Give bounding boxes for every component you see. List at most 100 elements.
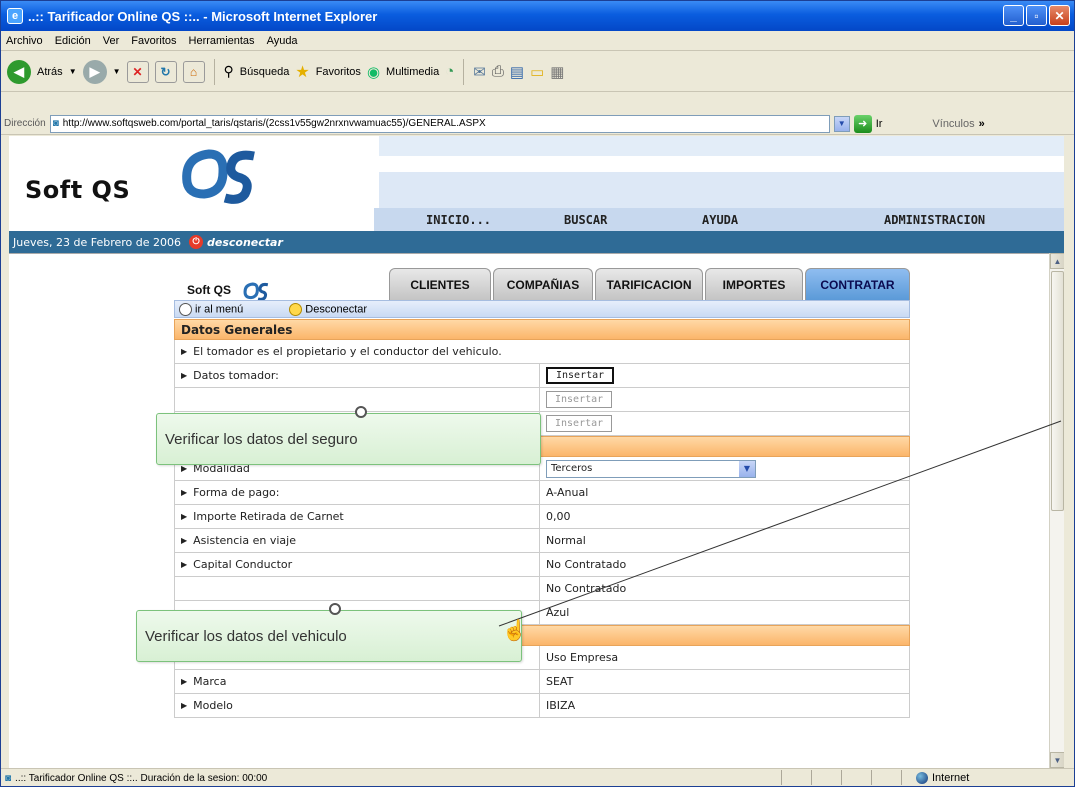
site-nav: INICIO... BUSCAR AYUDA ADMINISTRACION [374, 208, 1064, 231]
tab-importes[interactable]: IMPORTES [705, 268, 803, 300]
close-button[interactable]: ✕ [1049, 5, 1070, 26]
toolbar: ◀ Atrás ▼ ▶ ▼ ✕ ↻ ⌂ ⚲ Búsqueda ★ Favorit… [1, 52, 1074, 92]
links-label[interactable]: Vínculos [932, 118, 974, 130]
table-row: ▶ Modelo IBIZA [174, 694, 910, 718]
research-icon[interactable]: ▦ [550, 63, 564, 81]
insert-button-disabled: Insertar [546, 415, 613, 432]
triangle-right-icon: ▶ [181, 371, 188, 380]
print-icon[interactable]: ⎙ [492, 63, 504, 80]
mail-icon[interactable]: ✉ [473, 63, 486, 81]
back-arrow-icon[interactable]: ◀ [7, 59, 31, 84]
menu-edicion[interactable]: Edición [55, 35, 91, 47]
nav-inicio[interactable]: INICIO... [426, 213, 491, 227]
insert-button-disabled: Insertar [546, 391, 613, 408]
callout-verify-seguro: Verificar los datos del seguro [156, 413, 541, 465]
multimedia-icon[interactable]: ◉ [367, 63, 380, 81]
go-arrow-icon[interactable]: ➜ [853, 114, 872, 133]
browser-window: e ..:: Tarificador Online QS ::.. - Micr… [0, 0, 1075, 787]
url-input[interactable]: ◙ http://www.softqsweb.com/portal_taris/… [49, 114, 830, 133]
scroll-up-icon[interactable]: ▲ [1050, 253, 1064, 269]
folder-icon[interactable]: ▭ [530, 63, 544, 81]
menu-ver[interactable]: Ver [103, 35, 120, 47]
table-row: ▶ Forma de pago: A-Anual [174, 481, 910, 505]
search-label[interactable]: Búsqueda [240, 66, 290, 78]
pin-icon [355, 406, 367, 418]
edit-icon[interactable]: ▤ [510, 63, 524, 81]
app-logo-text: Soft QS [187, 283, 231, 298]
menu-herramientas[interactable]: Herramientas [189, 35, 255, 47]
menu-ayuda[interactable]: Ayuda [267, 35, 298, 47]
table-row: No Contratado [174, 577, 910, 601]
callout-verify-vehiculo: Verificar los datos del vehiculo [136, 610, 522, 662]
triangle-right-icon: ▶ [181, 536, 188, 545]
table-row: ▶ Importe Retirada de Carnet 0,00 [174, 505, 910, 529]
menu-favoritos[interactable]: Favoritos [131, 35, 176, 47]
url-dropdown-icon[interactable]: ▼ [833, 115, 850, 132]
stop-icon[interactable]: ✕ [126, 60, 149, 83]
scroll-thumb[interactable] [1051, 271, 1064, 511]
chevron-down-icon[interactable]: ▼ [113, 67, 121, 76]
nav-administracion[interactable]: ADMINISTRACION [884, 213, 985, 227]
home-icon[interactable]: ⌂ [182, 60, 205, 83]
status-bar: ◙ ..:: Tarificador Online QS ::.. Duraci… [1, 768, 1074, 787]
disconnect-link[interactable]: desconectar [207, 236, 283, 249]
triangle-right-icon: ▶ [181, 347, 188, 356]
nav-ayuda[interactable]: AYUDA [702, 213, 738, 227]
globe-icon [916, 771, 928, 784]
tab-clientes[interactable]: CLIENTES [389, 268, 491, 300]
qs-logo-icon [182, 149, 255, 204]
url-text: http://www.softqsweb.com/portal_taris/qs… [62, 118, 486, 129]
site-logo: Soft QS [25, 176, 131, 204]
home-circle-icon [179, 302, 192, 316]
address-bar: Dirección ◙ http://www.softqsweb.com/por… [1, 113, 1074, 135]
page-icon: ◙ [5, 772, 12, 784]
multimedia-label[interactable]: Multimedia [386, 66, 439, 78]
triangle-right-icon: ▶ [181, 464, 188, 473]
tab-tarificacion[interactable]: TARIFICACION [595, 268, 703, 300]
section-datos-generales: Datos Generales [174, 319, 910, 340]
table-row: ▶ Marca SEAT [174, 670, 910, 694]
table-row: Insertar [174, 388, 910, 412]
minimize-button[interactable]: _ [1003, 5, 1024, 26]
star-icon[interactable]: ★ [295, 62, 309, 82]
table-row: ▶ El tomador es el propietario y el condu… [174, 340, 910, 364]
tab-companias[interactable]: COMPAÑIAS [493, 268, 593, 300]
vertical-scrollbar[interactable]: ▲ ▼ [1049, 253, 1064, 768]
history-icon[interactable]: ◔ [445, 63, 454, 80]
ie-icon: e [7, 8, 23, 24]
nav-buscar[interactable]: BUSCAR [564, 213, 607, 227]
triangle-right-icon: ▶ [181, 701, 188, 710]
chevron-down-icon[interactable]: ▼ [739, 460, 755, 477]
refresh-icon[interactable]: ↻ [154, 60, 177, 83]
forward-arrow-icon[interactable]: ▶ [82, 59, 107, 84]
scroll-down-icon[interactable]: ▼ [1050, 752, 1064, 768]
chevron-down-icon[interactable]: ▼ [69, 67, 77, 76]
menu-archivo[interactable]: Archivo [6, 35, 43, 47]
tab-contratar[interactable]: CONTRATAR [805, 268, 910, 300]
date-bar: Jueves, 23 de Febrero de 2006 ⏻ desconec… [9, 231, 1064, 253]
status-text: ..:: Tarificador Online QS ::.. Duración… [15, 772, 268, 784]
chevron-right-icon[interactable]: » [979, 118, 985, 130]
table-row: ▶ Asistencia en viaje Normal [174, 529, 910, 553]
title-bar: e ..:: Tarificador Online QS ::.. - Micr… [1, 1, 1074, 31]
internet-zone: Internet [916, 768, 969, 787]
triangle-right-icon: ▶ [181, 677, 188, 686]
triangle-right-icon: ▶ [181, 560, 188, 569]
window-title: ..:: Tarificador Online QS ::.. - Micros… [28, 8, 378, 24]
search-icon[interactable]: ⚲ [224, 63, 234, 80]
menu-bar: Archivo Edición Ver Favoritos Herramient… [1, 31, 1074, 51]
insert-tomador-button[interactable]: Insertar [546, 367, 615, 384]
disconnect-app-link[interactable]: Desconectar [289, 302, 367, 316]
triangle-right-icon: ▶ [181, 488, 188, 497]
table-row: ▶ Datos tomador: Insertar [174, 364, 910, 388]
address-label: Dirección [4, 118, 46, 129]
favorites-label[interactable]: Favoritos [316, 66, 361, 78]
maximize-button[interactable]: ▫ [1026, 5, 1047, 26]
menu-link[interactable]: ir al menú [179, 302, 243, 316]
go-label[interactable]: Ir [876, 118, 883, 130]
current-date: Jueves, 23 de Febrero de 2006 [13, 235, 181, 249]
modalidad-select[interactable]: Terceros ▼ [546, 459, 756, 478]
back-label[interactable]: Atrás [37, 66, 63, 78]
power-icon[interactable]: ⏻ [189, 235, 203, 249]
page-icon: ◙ [52, 118, 59, 129]
